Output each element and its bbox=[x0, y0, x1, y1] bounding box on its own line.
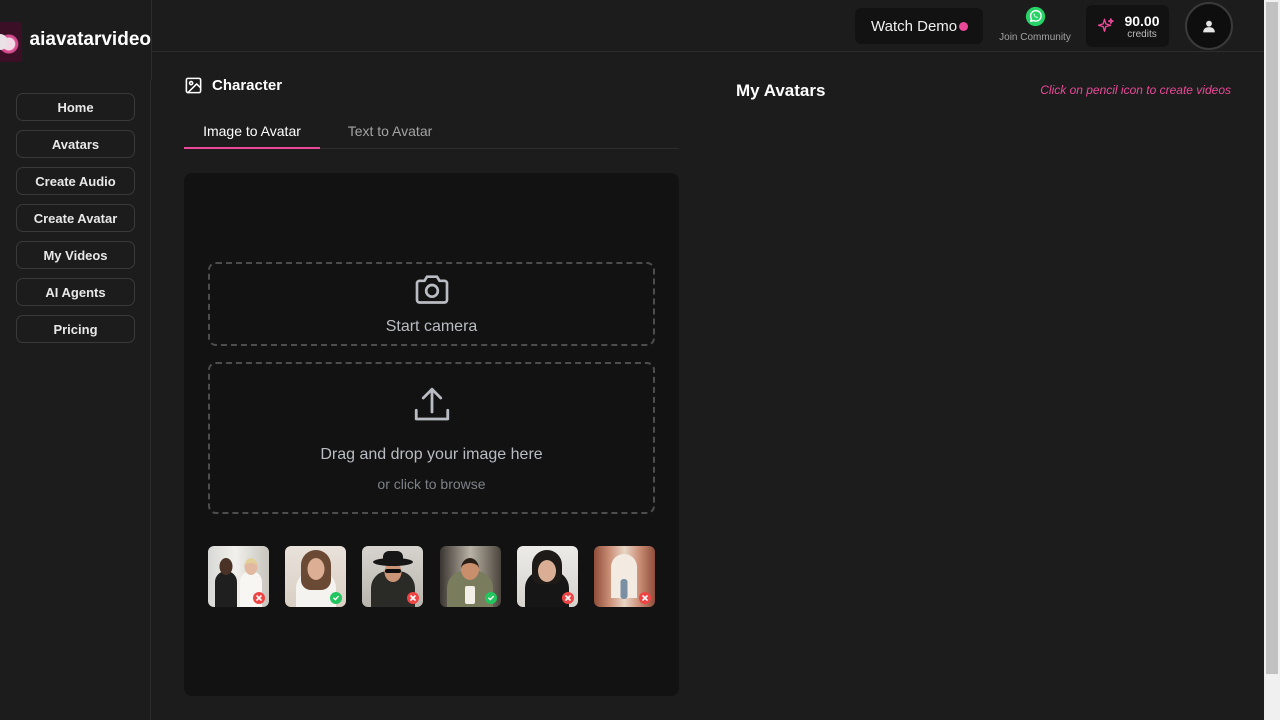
app: aiavatarvideo Home Avatars Create Audio … bbox=[0, 0, 1280, 720]
rejected-badge bbox=[638, 592, 651, 604]
tab-image-to-avatar[interactable]: Image to Avatar bbox=[184, 114, 320, 149]
credits-label: credits bbox=[1127, 29, 1157, 40]
start-camera-button[interactable]: Start camera bbox=[208, 262, 655, 346]
rejected-badge bbox=[561, 592, 574, 604]
tab-text-to-avatar[interactable]: Text to Avatar bbox=[332, 114, 448, 148]
close-icon bbox=[256, 595, 262, 601]
thumbnail-figure bbox=[215, 571, 237, 607]
sample-thumbnail-couple[interactable] bbox=[208, 546, 269, 607]
sample-images bbox=[208, 546, 655, 607]
rejected-badge bbox=[407, 592, 420, 604]
sample-thumbnail-woman[interactable] bbox=[285, 546, 347, 607]
sample-thumbnail-suit-man[interactable] bbox=[439, 546, 501, 607]
top-header: Watch Demo Join Community 90.00 credits bbox=[152, 0, 1264, 52]
create-video-hint: Click on pencil icon to create videos bbox=[1040, 83, 1231, 97]
character-title: Character bbox=[212, 77, 283, 94]
sample-thumbnail-young-man[interactable] bbox=[516, 546, 578, 607]
sidebar-item-home[interactable]: Home bbox=[16, 93, 135, 121]
sparkle-icon bbox=[1097, 18, 1114, 32]
accepted-badge bbox=[330, 592, 343, 604]
credits-amount: 90.00 bbox=[1124, 13, 1160, 29]
live-dot-icon bbox=[959, 22, 968, 31]
thumbnail-face bbox=[538, 560, 557, 582]
thumbnail-face bbox=[307, 558, 325, 580]
close-icon bbox=[642, 595, 648, 601]
user-icon bbox=[1203, 20, 1215, 33]
sidebar-item-pricing[interactable]: Pricing bbox=[16, 315, 135, 343]
thumbnail-figure bbox=[620, 579, 628, 599]
logo[interactable]: aiavatarvideo bbox=[0, 0, 151, 80]
close-icon bbox=[410, 595, 417, 601]
accepted-badge bbox=[484, 592, 497, 604]
rejected-badge bbox=[253, 592, 265, 604]
join-community-label: Join Community bbox=[999, 32, 1071, 43]
whatsapp-icon bbox=[1025, 6, 1045, 27]
image-icon bbox=[185, 77, 202, 94]
app-name: aiavatarvideo bbox=[29, 29, 151, 50]
upload-icon bbox=[414, 387, 449, 421]
page-scrollbar[interactable] bbox=[1264, 0, 1280, 720]
check-icon bbox=[487, 595, 494, 601]
thumbnail-face bbox=[461, 558, 480, 580]
sidebar-item-avatars[interactable]: Avatars bbox=[16, 130, 135, 158]
character-heading: Character bbox=[184, 76, 282, 95]
thumbnail-face bbox=[382, 551, 403, 561]
check-icon bbox=[333, 595, 340, 601]
image-dropzone[interactable]: Drag and drop your image here or click t… bbox=[208, 362, 655, 514]
watch-demo-button[interactable]: Watch Demo bbox=[855, 8, 983, 44]
dropzone-sublabel: or click to browse bbox=[377, 476, 486, 492]
thumbnail-face bbox=[219, 558, 233, 575]
upload-panel: Start camera Drag and drop your image he… bbox=[184, 173, 679, 696]
close-icon bbox=[564, 595, 571, 601]
dropzone-label: Drag and drop your image here bbox=[320, 446, 543, 463]
thumbnail-face bbox=[465, 586, 476, 604]
join-community-link[interactable]: Join Community bbox=[995, 6, 1075, 46]
sample-thumbnail-corridor[interactable] bbox=[593, 546, 655, 607]
sidebar-item-create-audio[interactable]: Create Audio bbox=[16, 167, 135, 195]
watch-demo-label: Watch Demo bbox=[871, 17, 958, 35]
logo-mark-icon bbox=[0, 21, 22, 62]
thumbnail-face bbox=[384, 569, 401, 573]
thumbnail-face bbox=[244, 558, 258, 575]
sidebar-item-create-avatar[interactable]: Create Avatar bbox=[16, 204, 135, 232]
credits-badge[interactable]: 90.00 credits bbox=[1086, 5, 1169, 47]
start-camera-label: Start camera bbox=[385, 318, 478, 335]
my-avatars-title: My Avatars bbox=[736, 81, 826, 100]
sidebar-item-my-videos[interactable]: My Videos bbox=[16, 241, 135, 269]
sidebar-nav: Home Avatars Create Audio Create Avatar … bbox=[16, 93, 135, 343]
character-tabs: Image to Avatar Text to Avatar bbox=[184, 114, 679, 149]
user-avatar-button[interactable] bbox=[1185, 2, 1233, 50]
camera-icon bbox=[415, 275, 448, 304]
sidebar-item-ai-agents[interactable]: AI Agents bbox=[16, 278, 135, 306]
sample-thumbnail-hat-man[interactable] bbox=[362, 546, 424, 607]
scrollbar-thumb[interactable] bbox=[1266, 2, 1278, 674]
sidebar: Home Avatars Create Audio Create Avatar … bbox=[0, 80, 151, 720]
